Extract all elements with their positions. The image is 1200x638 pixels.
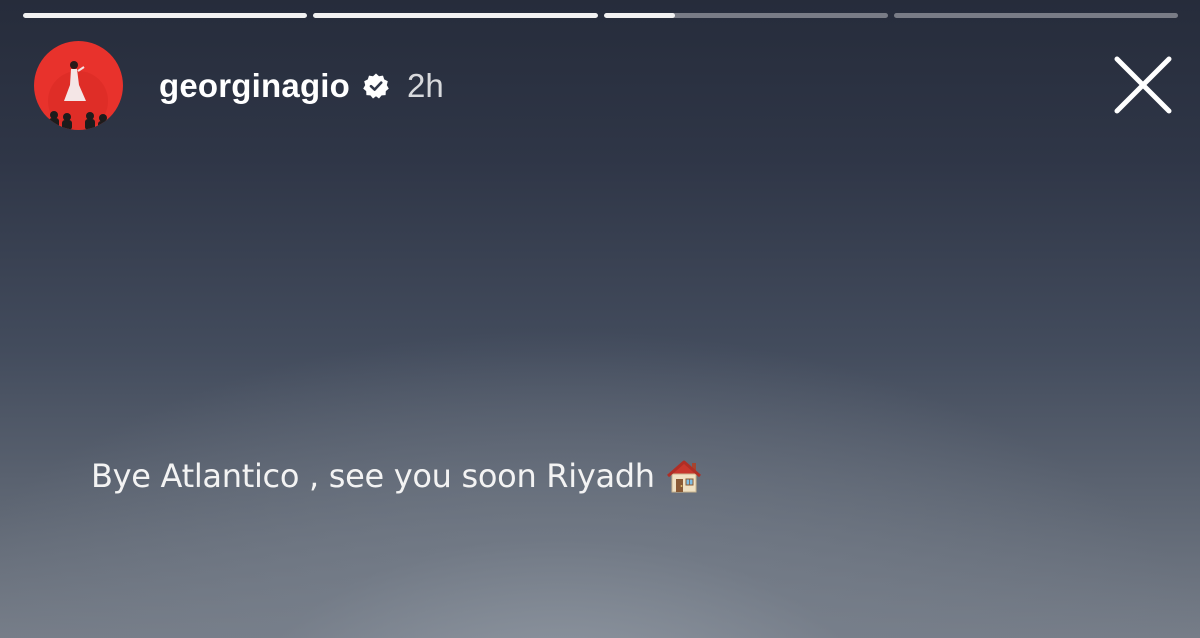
progress-segment <box>313 13 598 18</box>
story-viewer[interactable]: georginagio 2h Bye Atlantico , see you s… <box>0 0 1200 638</box>
progress-segment <box>23 13 308 18</box>
progress-fill <box>23 13 308 18</box>
progress-segment <box>603 13 888 18</box>
timestamp: 2h <box>407 66 444 104</box>
progress-fill <box>603 13 675 18</box>
close-icon <box>1114 56 1172 114</box>
story-caption: Bye Atlantico , see you soon Riyadh <box>91 457 703 495</box>
avatar[interactable] <box>34 41 123 130</box>
story-header: georginagio 2h <box>34 41 444 130</box>
username[interactable]: georginagio <box>159 67 350 105</box>
progress-segment <box>893 13 1178 18</box>
verified-badge-icon <box>362 72 390 100</box>
progress-fill <box>313 13 598 18</box>
story-progress-bar <box>23 13 1178 18</box>
house-icon <box>665 457 703 495</box>
caption-text: Bye Atlantico , see you soon Riyadh <box>91 457 655 495</box>
profile-photo-icon <box>34 41 123 130</box>
close-button[interactable] <box>1114 56 1172 114</box>
